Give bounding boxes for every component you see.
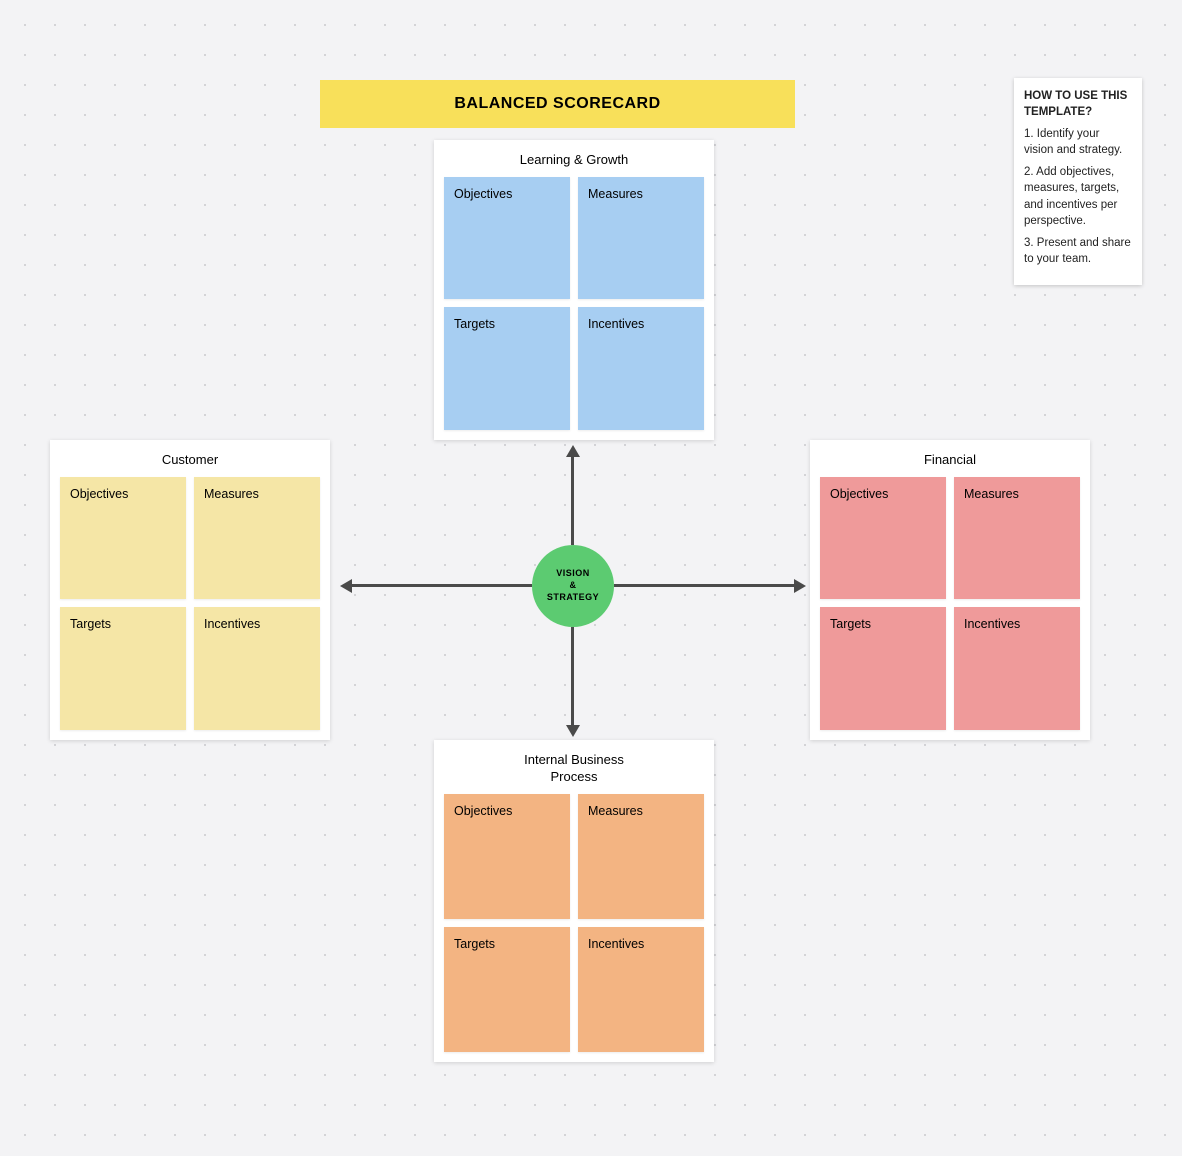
panel-bottom-title-line1: Internal Business — [524, 752, 624, 767]
help-card[interactable]: HOW TO USE THIS TEMPLATE? 1. Identify yo… — [1014, 78, 1142, 285]
help-step-3: 3. Present and share to your team. — [1024, 235, 1132, 267]
center-vision-strategy[interactable]: VISION & STRATEGY — [532, 545, 614, 627]
arrow-left-head — [340, 579, 352, 593]
sticky-right-incentives[interactable]: Incentives — [954, 607, 1080, 730]
center-line1: VISION — [556, 568, 590, 580]
sticky-top-targets[interactable]: Targets — [444, 307, 570, 430]
panel-learning-growth[interactable]: Learning & Growth Objectives Measures Ta… — [434, 140, 714, 440]
help-step-1: 1. Identify your vision and strategy. — [1024, 126, 1132, 158]
panel-left-title: Customer — [50, 440, 330, 477]
panel-bottom-title-line2: Process — [551, 769, 598, 784]
help-title: HOW TO USE THIS TEMPLATE? — [1024, 88, 1132, 120]
arrow-down-line — [571, 627, 574, 727]
panel-bottom-stickies: Objectives Measures Targets Incentives — [434, 794, 714, 1062]
panel-bottom-title: Internal Business Process — [434, 740, 714, 794]
panel-left-stickies: Objectives Measures Targets Incentives — [50, 477, 330, 740]
balanced-scorecard-canvas[interactable]: BALANCED SCORECARD HOW TO USE THIS TEMPL… — [0, 0, 1182, 1156]
sticky-left-incentives[interactable]: Incentives — [194, 607, 320, 730]
sticky-top-objectives[interactable]: Objectives — [444, 177, 570, 300]
panel-right-stickies: Objectives Measures Targets Incentives — [810, 477, 1090, 740]
arrow-left-line — [350, 584, 532, 587]
arrow-up-line — [571, 455, 574, 545]
panel-top-title: Learning & Growth — [434, 140, 714, 177]
sticky-bottom-incentives[interactable]: Incentives — [578, 927, 704, 1052]
sticky-right-targets[interactable]: Targets — [820, 607, 946, 730]
center-line3: STRATEGY — [547, 592, 599, 604]
panel-right-title: Financial — [810, 440, 1090, 477]
panel-internal-business-process[interactable]: Internal Business Process Objectives Mea… — [434, 740, 714, 1062]
sticky-top-incentives[interactable]: Incentives — [578, 307, 704, 430]
center-line2: & — [570, 580, 577, 592]
title-banner[interactable]: BALANCED SCORECARD — [320, 80, 795, 128]
help-step-2: 2. Add objectives, measures, targets, an… — [1024, 164, 1132, 228]
sticky-right-objectives[interactable]: Objectives — [820, 477, 946, 600]
panel-financial[interactable]: Financial Objectives Measures Targets In… — [810, 440, 1090, 740]
sticky-left-objectives[interactable]: Objectives — [60, 477, 186, 600]
sticky-bottom-objectives[interactable]: Objectives — [444, 794, 570, 919]
sticky-right-measures[interactable]: Measures — [954, 477, 1080, 600]
sticky-left-measures[interactable]: Measures — [194, 477, 320, 600]
sticky-bottom-measures[interactable]: Measures — [578, 794, 704, 919]
panel-top-stickies: Objectives Measures Targets Incentives — [434, 177, 714, 440]
arrow-right-line — [614, 584, 796, 587]
panel-customer[interactable]: Customer Objectives Measures Targets Inc… — [50, 440, 330, 740]
sticky-bottom-targets[interactable]: Targets — [444, 927, 570, 1052]
sticky-top-measures[interactable]: Measures — [578, 177, 704, 300]
sticky-left-targets[interactable]: Targets — [60, 607, 186, 730]
arrow-down-head — [566, 725, 580, 737]
arrow-up-head — [566, 445, 580, 457]
arrow-right-head — [794, 579, 806, 593]
